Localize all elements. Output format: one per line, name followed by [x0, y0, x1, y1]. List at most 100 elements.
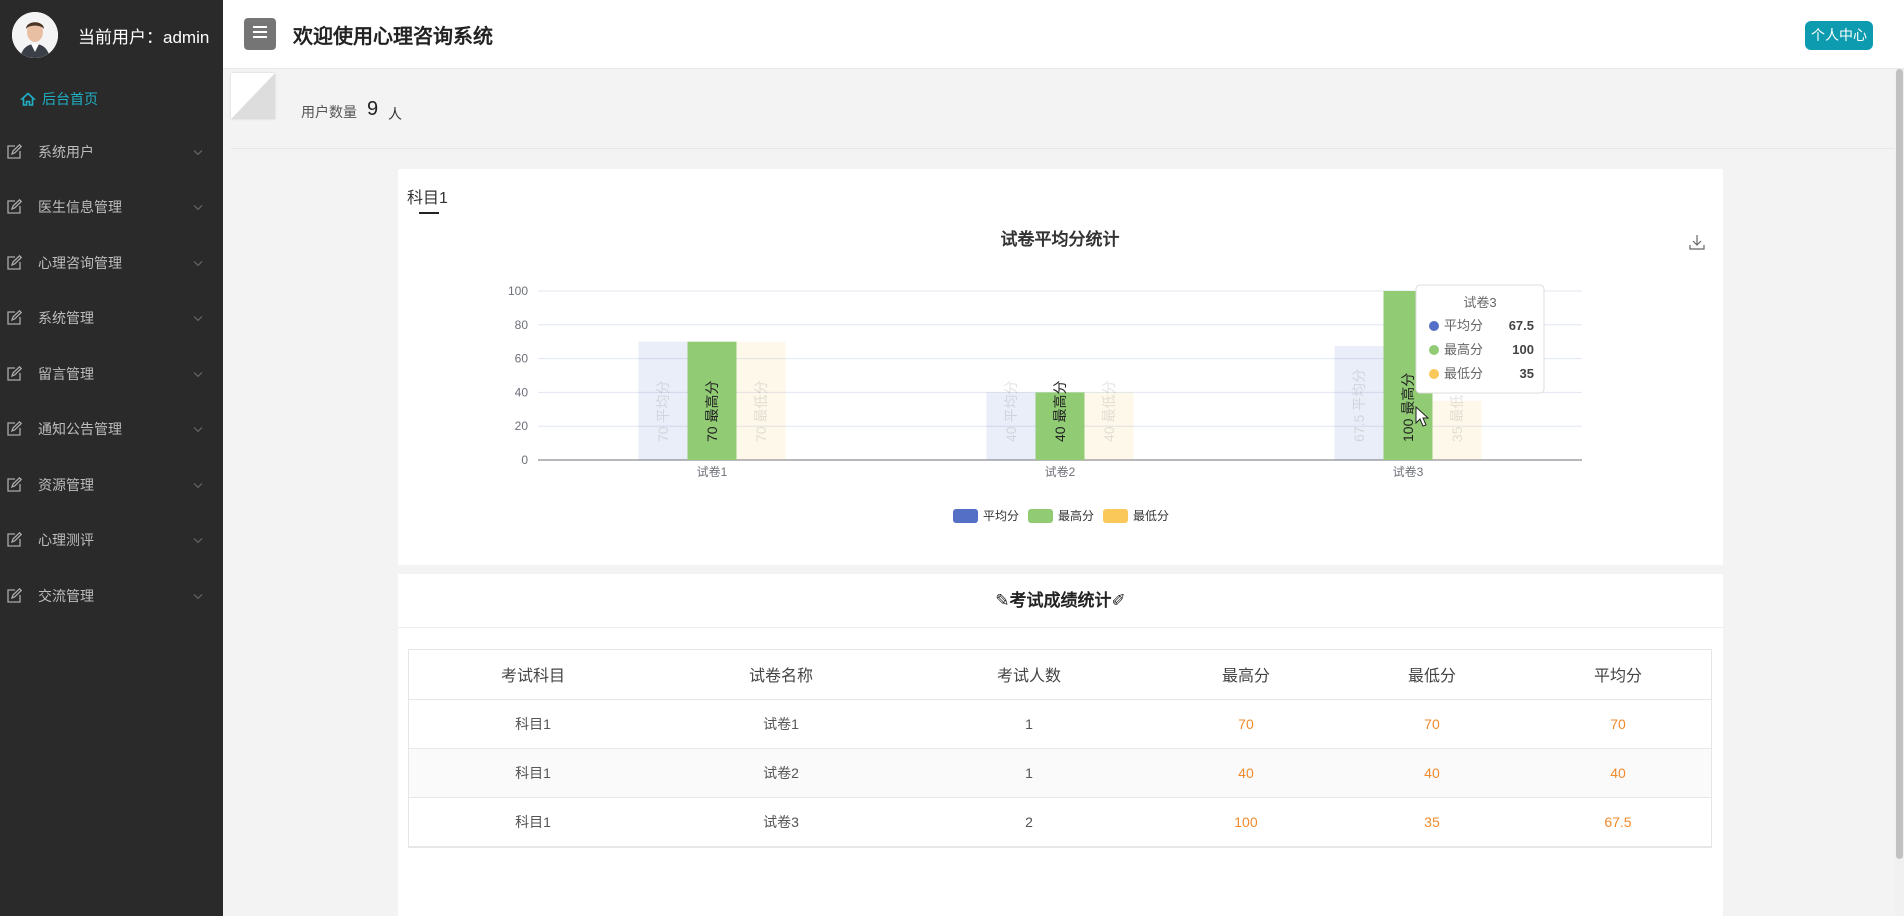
home-icon [20, 91, 36, 107]
chevron-down-icon [193, 253, 203, 269]
sidebar-item-label: 留言管理 [38, 365, 94, 382]
sidebar-item-label: 通知公告管理 [38, 421, 122, 438]
legend-label: 最高分 [1058, 508, 1094, 523]
avatar[interactable] [12, 12, 58, 58]
table-cell: 40 [1152, 748, 1339, 798]
column-header: 平均分 [1524, 650, 1711, 700]
scrollbar-thumb[interactable] [1896, 69, 1903, 859]
tooltip-series-name: 最高分 [1444, 342, 1483, 357]
stat-card-image [231, 73, 275, 119]
y-tick-label: 40 [515, 385, 529, 399]
chevron-down-icon [193, 364, 203, 380]
edit-icon [6, 310, 22, 326]
table-cell: 试卷3 [656, 797, 905, 847]
table-cell: 100 [1152, 797, 1339, 847]
tooltip-title: 试卷3 [1463, 295, 1496, 310]
chart-title: 试卷平均分统计 [1001, 229, 1120, 249]
table-cell: 科目1 [409, 748, 657, 798]
legend-label: 最低分 [1133, 509, 1169, 523]
chevron-down-icon [193, 586, 203, 602]
column-header: 最高分 [1152, 650, 1339, 700]
leaf-icon: ✐ [1111, 591, 1126, 610]
score-table: 考试科目 试卷名称 考试人数 最高分 最低分 平均分 科目1 试卷1 1 70 … [408, 649, 1712, 848]
table-cell: 35 [1338, 797, 1525, 847]
table-cell: 1 [904, 748, 1153, 798]
edit-icon [6, 421, 22, 437]
table-cell: 70 [1338, 699, 1525, 749]
sidebar-item-notices[interactable]: 通知公告管理 [0, 402, 223, 458]
sidebar-item-label: 后台首页 [42, 91, 98, 107]
table-title: 考试成绩统计 [1009, 591, 1112, 610]
sidebar-item-home[interactable]: 后台首页 [0, 74, 223, 124]
user-count-label: 用户数量 [301, 104, 357, 120]
table-cell: 67.5 [1524, 797, 1711, 847]
current-user-label: 当前用户：admin [78, 27, 210, 47]
table-header-row: 考试科目 试卷名称 考试人数 最高分 最低分 平均分 [409, 650, 1711, 700]
table-cell: 70 [1524, 699, 1711, 749]
x-tick-label: 试卷1 [697, 464, 728, 479]
page-scrollbar[interactable] [1895, 69, 1904, 916]
sidebar-item-label: 心理咨询管理 [38, 254, 122, 271]
table-cell: 40 [1338, 748, 1525, 798]
chevron-down-icon [193, 475, 203, 491]
placeholder-image-icon [231, 73, 275, 119]
table-cell: 2 [904, 797, 1153, 847]
legend-swatch [953, 509, 978, 523]
bar-chart: 试卷平均分统计 0 20 40 60 80 100 试卷1 70 平均分 70 最高分 70 最低分… [508, 229, 1705, 523]
sidebar-item-system-management[interactable]: 系统管理 [0, 291, 223, 347]
menu-toggle-button[interactable] [244, 18, 276, 50]
column-header: 考试人数 [904, 650, 1153, 700]
bar-data-label: 40 最高分 [1052, 381, 1068, 442]
legend-label: 平均分 [983, 509, 1019, 523]
x-tick-label: 试卷2 [1045, 464, 1076, 479]
score-table-panel: ✎考试成绩统计✐ 考试科目 试卷名称 考试人数 最高分 最低分 平均分 科目1 … [398, 574, 1723, 916]
chart-panel: 科目1 试卷平均分统计 0 20 40 60 80 100 试卷1 70 平均分 70 最高分 70… [398, 169, 1723, 565]
bar-data-label: 70 最低分 [753, 381, 769, 442]
user-count-value: 9 [367, 98, 379, 120]
sidebar-item-messages[interactable]: 留言管理 [0, 346, 223, 402]
y-tick-label: 60 [515, 352, 529, 366]
table-row: 科目1 试卷2 1 40 40 40 [409, 748, 1711, 798]
sidebar-menu: 后台首页 系统用户 医生信息管理 心理咨询管理 系统管理 留言管理 通知公告管理… [0, 74, 223, 624]
sidebar-item-doctor-info[interactable]: 医生信息管理 [0, 180, 223, 236]
column-header: 考试科目 [409, 650, 657, 700]
bar-data-label: 67.5 平均分 [1351, 369, 1367, 442]
tooltip-value: 35 [1520, 366, 1534, 381]
bar-data-label: 70 平均分 [655, 381, 671, 442]
sidebar-item-label: 资源管理 [38, 476, 94, 493]
edit-icon [6, 365, 22, 382]
chevron-down-icon [193, 531, 203, 547]
sidebar-item-communication[interactable]: 交流管理 [0, 568, 223, 624]
avatar-image [12, 12, 58, 58]
bar-data-label: 40 最低分 [1101, 381, 1117, 442]
table-cell: 科目1 [409, 699, 657, 749]
bar-data-label: 100 最高分 [1400, 373, 1416, 442]
tooltip-marker [1429, 321, 1439, 331]
hamburger-icon [253, 25, 267, 43]
table-cell: 试卷2 [656, 748, 905, 798]
table-cell: 40 [1524, 748, 1711, 798]
download-icon[interactable] [1689, 235, 1705, 250]
sidebar-item-label: 交流管理 [38, 587, 94, 604]
bar-data-label: 70 最高分 [704, 381, 720, 442]
edit-icon [6, 587, 22, 604]
sidebar-item-label: 系统管理 [38, 310, 94, 327]
edit-icon [6, 476, 22, 493]
sidebar-item-consulting[interactable]: 心理咨询管理 [0, 235, 223, 291]
tooltip-marker [1429, 345, 1439, 355]
table-row: 科目1 试卷1 1 70 70 70 [409, 699, 1711, 749]
user-box: 当前用户：admin [0, 0, 223, 70]
table-row: 科目1 试卷3 2 100 35 67.5 [409, 797, 1711, 847]
table-cell: 1 [904, 699, 1153, 749]
user-count-unit: 人 [388, 106, 402, 122]
sidebar-item-assessment[interactable]: 心理测评 [0, 513, 223, 569]
sidebar-item-system-users[interactable]: 系统用户 [0, 124, 223, 180]
sidebar-item-resources[interactable]: 资源管理 [0, 457, 223, 513]
profile-button[interactable]: 个人中心 [1805, 21, 1873, 50]
sidebar-item-label: 系统用户 [38, 143, 94, 160]
tooltip-value: 67.5 [1509, 318, 1534, 333]
legend-swatch [1028, 509, 1053, 523]
edit-icon [6, 143, 22, 160]
x-tick-label: 试卷3 [1393, 464, 1424, 479]
legend-swatch [1103, 509, 1128, 523]
